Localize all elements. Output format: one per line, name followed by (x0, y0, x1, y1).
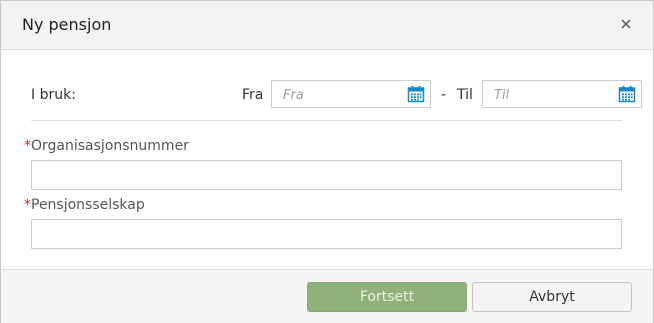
org-number-label: *Organisasjonsnummer (24, 138, 189, 154)
pension-company-input[interactable] (31, 219, 622, 249)
to-date-field (482, 80, 642, 109)
dialog-header: Ny pensjon (1, 1, 653, 50)
to-date-input[interactable] (483, 81, 626, 109)
dialog-footer: Fortsett Avbryt (1, 269, 653, 323)
calendar-icon[interactable] (407, 85, 425, 103)
continue-button[interactable]: Fortsett (307, 282, 467, 312)
pension-company-label-text: Pensjonsselskap (31, 197, 145, 213)
calendar-icon[interactable] (618, 85, 636, 103)
pension-company-label: *Pensjonsselskap (24, 197, 145, 213)
close-icon[interactable] (619, 16, 633, 30)
to-label: Til (457, 87, 473, 103)
cancel-button[interactable]: Avbryt (472, 282, 632, 312)
section-divider (31, 120, 622, 121)
org-number-label-text: Organisasjonsnummer (31, 138, 189, 154)
from-date-field (271, 80, 431, 109)
range-separator: - (441, 87, 447, 103)
org-number-input[interactable] (31, 160, 622, 190)
from-date-input[interactable] (272, 81, 415, 109)
required-marker: * (24, 138, 31, 154)
from-label: Fra (242, 87, 264, 103)
dialog-title: Ny pensjon (22, 15, 112, 34)
required-marker: * (24, 197, 31, 213)
new-pension-dialog: Ny pensjon I bruk: Fra Fra - Til Til *Or… (0, 0, 654, 323)
in-use-label: I bruk: (31, 87, 76, 103)
